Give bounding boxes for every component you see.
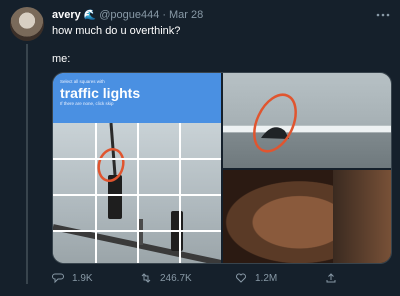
like-count: 1.2M	[255, 272, 278, 284]
retweet-button[interactable]: 246.7K	[140, 272, 192, 284]
tweet-date[interactable]: Mar 28	[169, 9, 203, 21]
tweet-media[interactable]: Select all squares with traffic lights I…	[52, 72, 392, 264]
zoomed-traffic-light	[253, 93, 297, 153]
captcha-grid-line	[53, 230, 221, 232]
heart-icon	[236, 273, 246, 283]
captcha-note: If there are none, click skip	[60, 101, 114, 106]
tweet-header: avery 🌊 @pogue444 · Mar 28	[52, 9, 203, 21]
me-label: me:	[52, 53, 71, 65]
captcha-title: traffic lights	[60, 85, 141, 101]
thread-line	[26, 44, 28, 284]
zoomed-photo	[223, 73, 391, 168]
author-handle[interactable]: @pogue444	[99, 9, 159, 21]
more-options-icon[interactable]	[376, 6, 390, 20]
retweet-count: 246.7K	[160, 272, 192, 284]
captcha-grid-line	[53, 194, 221, 196]
share-icon	[326, 273, 336, 283]
separator-dot: ·	[162, 9, 166, 21]
tweet-actions: 1.9K 246.7K 1.2M	[52, 272, 382, 288]
tweet-text: how much do u overthink?	[52, 25, 181, 37]
captcha-photo	[53, 122, 222, 263]
reply-count: 1.9K	[72, 272, 93, 284]
captcha-panel: Select all squares with traffic lights I…	[53, 73, 222, 263]
avatar[interactable]	[10, 7, 44, 41]
reply-button[interactable]: 1.9K	[52, 272, 93, 284]
reply-icon	[52, 273, 64, 284]
author-name[interactable]: avery	[52, 9, 81, 21]
like-button[interactable]: 1.2M	[235, 272, 277, 284]
captcha-header: Select all squares with traffic lights I…	[53, 73, 221, 123]
captcha-grid-line	[53, 158, 221, 160]
wave-emoji-icon: 🌊	[83, 9, 97, 21]
retweet-icon	[141, 273, 151, 283]
reaction-photo	[223, 170, 391, 263]
share-button[interactable]	[325, 272, 345, 284]
